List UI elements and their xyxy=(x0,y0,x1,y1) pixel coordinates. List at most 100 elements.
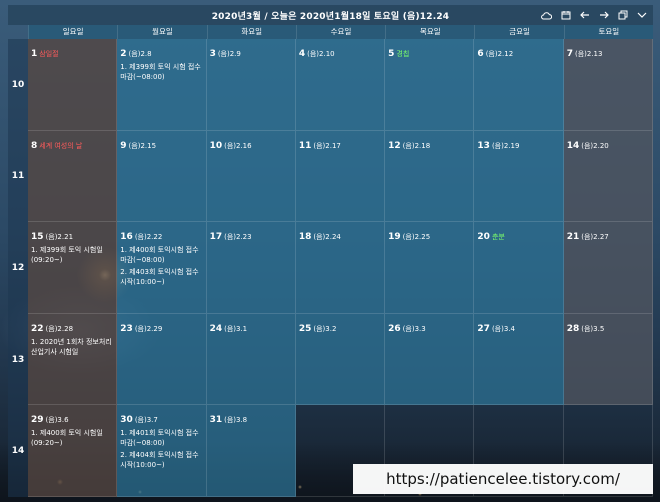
day-number: 31 xyxy=(209,415,223,426)
day-cell[interactable]: 5 경칩 xyxy=(385,39,475,131)
day-cell[interactable]: 2 (음)2.8 1. 제399회 토익 시험 접수 마감(~08:00) xyxy=(117,39,207,131)
day-header: 4 (음)2.10 xyxy=(299,41,381,60)
arrow-right-icon[interactable] xyxy=(598,10,609,21)
event-item[interactable]: 1. 제400회 토익 시험일 (09:20~) xyxy=(31,428,113,448)
day-number: 2 xyxy=(120,49,127,59)
holiday-label: 경칩 xyxy=(396,50,410,58)
weekday-mon: 월요일 xyxy=(117,25,207,39)
day-header: 2 (음)2.8 xyxy=(120,41,202,60)
day-number: 21 xyxy=(566,232,580,243)
event-item[interactable]: 1. 제401회 토익시험 접수 마감(~08:00) xyxy=(120,428,202,448)
day-number: 26 xyxy=(388,323,401,334)
day-number: 9 xyxy=(120,140,127,151)
day-cell[interactable]: 26 (음)3.3 xyxy=(385,313,475,406)
day-cell[interactable]: 31 (음)3.8 xyxy=(206,405,296,497)
day-header: 29 (음)3.6 xyxy=(31,407,113,426)
day-cell[interactable]: 30 (음)3.7 1. 제401회 토익시험 접수 마감(~08:00) 2. 제4… xyxy=(117,405,207,497)
lunar-date: (음)3.4 xyxy=(491,324,515,333)
day-header: 21 (음)2.27 xyxy=(567,224,649,243)
day-number: 25 xyxy=(298,323,312,334)
day-number: 16 xyxy=(120,232,133,243)
day-cell[interactable]: 19 (음)2.25 xyxy=(385,222,475,314)
weekday-wed: 수요일 xyxy=(295,25,386,39)
day-header: 15 (음)2.21 xyxy=(31,224,113,243)
lunar-date: (음)3.1 xyxy=(224,324,248,333)
day-cell[interactable]: 14 (음)2.20 xyxy=(563,130,653,223)
calendar-icon[interactable] xyxy=(560,10,571,21)
lunar-date: (음)2.27 xyxy=(581,233,609,242)
week-number: 11 xyxy=(11,171,25,182)
day-number: 18 xyxy=(298,232,312,243)
holiday-label: 삼일절 xyxy=(39,50,59,58)
day-number: 17 xyxy=(209,232,223,243)
day-number: 14 xyxy=(566,140,580,151)
day-header: 20 춘분 xyxy=(477,224,559,243)
day-number: 13 xyxy=(477,140,490,151)
header-tools xyxy=(541,5,647,25)
day-header: 18 (음)2.24 xyxy=(299,224,381,243)
day-header: 30 (음)3.7 xyxy=(120,407,202,426)
event-item[interactable]: 1. 제400회 토익시험 접수 마감(~08:00) xyxy=(120,245,202,265)
day-cell[interactable]: 6 (음)2.12 xyxy=(474,39,564,131)
day-cell[interactable]: 11 (음)2.17 xyxy=(295,130,386,223)
day-header: 8 세계 여성의 날 xyxy=(31,133,113,152)
event-item[interactable]: 2. 제403회 토익시험 접수 시작(10:00~) xyxy=(120,267,202,287)
day-number: 7 xyxy=(566,49,573,59)
event-item[interactable]: 1. 제399회 토익 시험 접수 마감(~08:00) xyxy=(120,62,202,82)
lunar-date: (음)2.21 xyxy=(45,233,74,242)
day-header: 22 (음)2.28 xyxy=(31,316,113,335)
day-cell[interactable]: 8 세계 여성의 날 xyxy=(28,130,118,223)
cloud-icon[interactable] xyxy=(541,10,552,21)
day-header: 13 (음)2.19 xyxy=(477,133,559,152)
day-cell[interactable]: 9 (음)2.15 xyxy=(117,130,207,223)
lunar-date: (음)2.25 xyxy=(402,233,431,242)
day-header: 5 경칩 xyxy=(388,41,470,60)
lunar-date: (음)2.22 xyxy=(134,233,163,242)
day-number: 15 xyxy=(31,232,44,243)
day-header: 9 (음)2.15 xyxy=(120,133,202,152)
holiday-label: 세계 여성의 날 xyxy=(39,141,83,150)
day-cell[interactable]: 4 (음)2.10 xyxy=(295,39,386,131)
day-cell[interactable]: 17 (음)2.23 xyxy=(206,222,296,314)
weekday-sun: 일요일 xyxy=(28,25,118,39)
day-cell[interactable]: 1 삼일절 xyxy=(28,39,118,131)
day-cell[interactable]: 3 (음)2.9 xyxy=(206,39,296,131)
day-cell[interactable]: 29 (음)3.6 1. 제400회 토익 시험일 (09:20~) xyxy=(28,405,118,497)
day-cell[interactable]: 21 (음)2.27 xyxy=(563,222,653,314)
lunar-date: (음)2.16 xyxy=(224,141,252,150)
event-item[interactable]: 2. 제404회 토익시험 접수 시작(10:00~) xyxy=(120,450,202,470)
day-header: 10 (음)2.16 xyxy=(210,133,292,152)
event-item[interactable]: 1. 2020년 1회차 정보처리 산업기사 시험일 xyxy=(31,337,113,357)
day-cell[interactable]: 25 (음)3.2 xyxy=(295,313,386,406)
day-cell[interactable]: 10 (음)2.16 xyxy=(206,130,296,223)
chevron-down-icon[interactable] xyxy=(636,10,647,21)
day-cell[interactable]: 12 (음)2.18 xyxy=(385,130,475,223)
calendar-title: 2020년3월 / 오늘은 2020년1월18일 토요일 (음)12.24 xyxy=(211,11,450,22)
event-item[interactable]: 1. 제399회 토익 시험일 (09:20~) xyxy=(31,245,113,265)
day-cell[interactable]: 24 (음)3.1 xyxy=(206,313,296,406)
day-cell[interactable]: 18 (음)2.24 xyxy=(295,222,386,314)
day-number: 4 xyxy=(298,49,306,59)
day-cell[interactable]: 27 (음)3.4 xyxy=(474,313,564,406)
day-cell[interactable]: 13 (음)2.19 xyxy=(474,130,564,223)
day-cell[interactable]: 15 (음)2.21 1. 제399회 토익 시험일 (09:20~) xyxy=(28,222,118,314)
lunar-date: (음)3.7 xyxy=(134,416,158,425)
day-header: 31 (음)3.8 xyxy=(210,407,292,426)
day-cell[interactable]: 23 (음)2.29 xyxy=(117,313,207,406)
arrow-left-icon[interactable] xyxy=(579,10,590,21)
window-icon[interactable] xyxy=(617,10,628,21)
day-cell[interactable]: 22 (음)2.28 1. 2020년 1회차 정보처리 산업기사 시험일 xyxy=(28,313,118,406)
lunar-date: (음)3.3 xyxy=(402,324,426,333)
day-cell[interactable]: 7 (음)2.13 xyxy=(563,39,653,131)
day-number: 5 xyxy=(388,49,395,59)
day-number: 1 xyxy=(31,49,38,59)
lunar-date: (음)2.29 xyxy=(134,324,163,333)
day-number: 3 xyxy=(209,49,216,59)
lunar-date: (음)2.9 xyxy=(217,50,241,58)
day-cell[interactable]: 28 (음)3.5 xyxy=(563,313,653,406)
day-cell[interactable]: 20 춘분 xyxy=(474,222,564,314)
day-header: 16 (음)2.22 xyxy=(120,224,202,243)
week-number: 12 xyxy=(11,262,25,273)
month-grid: 1 삼일절 2 (음)2.8 1. 제399회 토익 시험 접수 마감(~08:00) 3… xyxy=(28,39,653,497)
day-cell[interactable]: 16 (음)2.22 1. 제400회 토익시험 접수 마감(~08:00) 2. 제… xyxy=(117,222,207,314)
